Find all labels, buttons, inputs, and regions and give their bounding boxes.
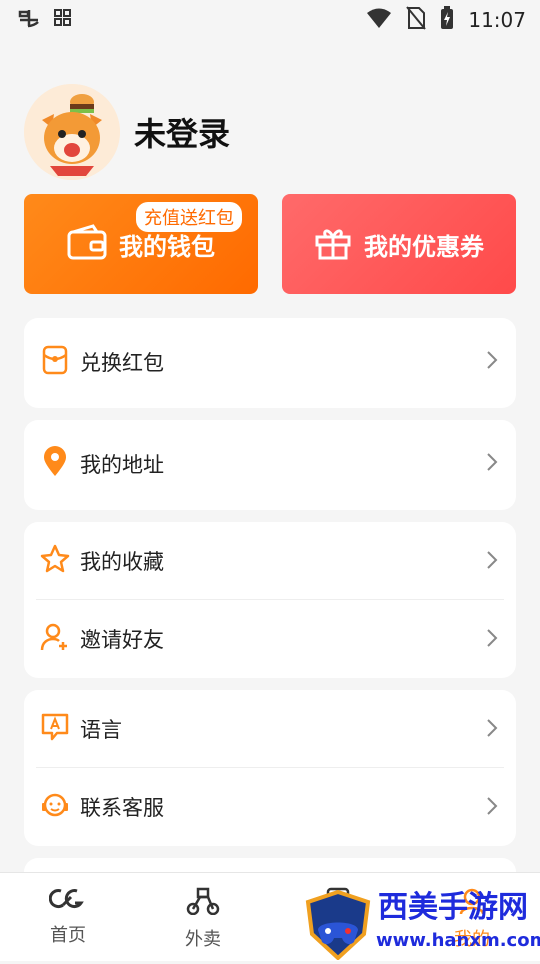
status-time: 11:07	[468, 8, 526, 32]
chevron-right-icon	[486, 718, 498, 742]
menu-label-favorites: 我的收藏	[80, 550, 164, 574]
grid-icon	[54, 9, 72, 31]
avatar[interactable]	[24, 84, 120, 180]
gamepad-shield-icon	[304, 889, 372, 964]
menu-label-service: 联系客服	[80, 796, 164, 820]
menu-item-invite[interactable]: 邀请好友	[24, 600, 516, 678]
menu-item-favorites[interactable]: 我的收藏	[24, 522, 516, 600]
watermark-url: www.hanxm.com	[376, 930, 540, 951]
nav-item-takeout[interactable]: 外卖	[143, 887, 263, 951]
language-icon	[40, 712, 70, 746]
wallet-icon	[67, 224, 107, 264]
menu-label-invite: 邀请好友	[80, 628, 164, 652]
location-pin-icon	[40, 446, 70, 482]
profile-header[interactable]: 未登录	[24, 84, 230, 180]
menu-item-redeem[interactable]: 兑换红包	[24, 318, 516, 406]
chevron-right-icon	[486, 452, 498, 476]
coupon-label: 我的优惠券	[364, 232, 484, 261]
chevron-right-icon	[486, 628, 498, 652]
chevron-right-icon	[486, 350, 498, 374]
wallet-card[interactable]: 充值送红包 我的钱包	[24, 194, 258, 294]
menu-item-address[interactable]: 我的地址	[24, 420, 516, 508]
status-bar: 11:07	[0, 0, 540, 36]
menu-label-address: 我的地址	[80, 453, 164, 477]
chevron-right-icon	[486, 550, 498, 574]
settings-card: 语言 联系客服	[24, 690, 516, 846]
bug-icon	[16, 6, 42, 34]
wallet-promo-badge: 充值送红包	[136, 202, 242, 232]
login-status-label[interactable]: 未登录	[134, 109, 230, 155]
address-card: 我的地址	[24, 420, 516, 510]
menu-item-service[interactable]: 联系客服	[24, 768, 516, 846]
redeem-card: 兑换红包	[24, 318, 516, 408]
home-icon	[48, 889, 87, 915]
customer-service-icon	[40, 790, 70, 824]
add-user-icon	[40, 622, 70, 656]
wifi-icon	[366, 7, 392, 33]
no-sim-icon	[406, 6, 427, 34]
watermark-text: 西美手游网	[378, 890, 528, 925]
menu-label-language: 语言	[80, 718, 122, 742]
scooter-icon	[186, 887, 220, 919]
battery-icon	[440, 6, 454, 34]
nav-label-home: 首页	[50, 925, 86, 946]
watermark: 西美手游网 www.hanxm.com	[300, 880, 540, 961]
menu-item-language[interactable]: 语言	[24, 690, 516, 768]
menu-label-redeem: 兑换红包	[80, 351, 164, 375]
nav-label-takeout: 外卖	[185, 929, 221, 950]
gift-icon	[314, 223, 352, 265]
social-card: 我的收藏 邀请好友	[24, 522, 516, 678]
chevron-right-icon	[486, 796, 498, 820]
red-packet-icon	[40, 345, 70, 379]
star-icon	[40, 544, 70, 578]
nav-item-home[interactable]: 首页	[8, 887, 128, 947]
coupon-card[interactable]: 我的优惠券	[282, 194, 516, 294]
